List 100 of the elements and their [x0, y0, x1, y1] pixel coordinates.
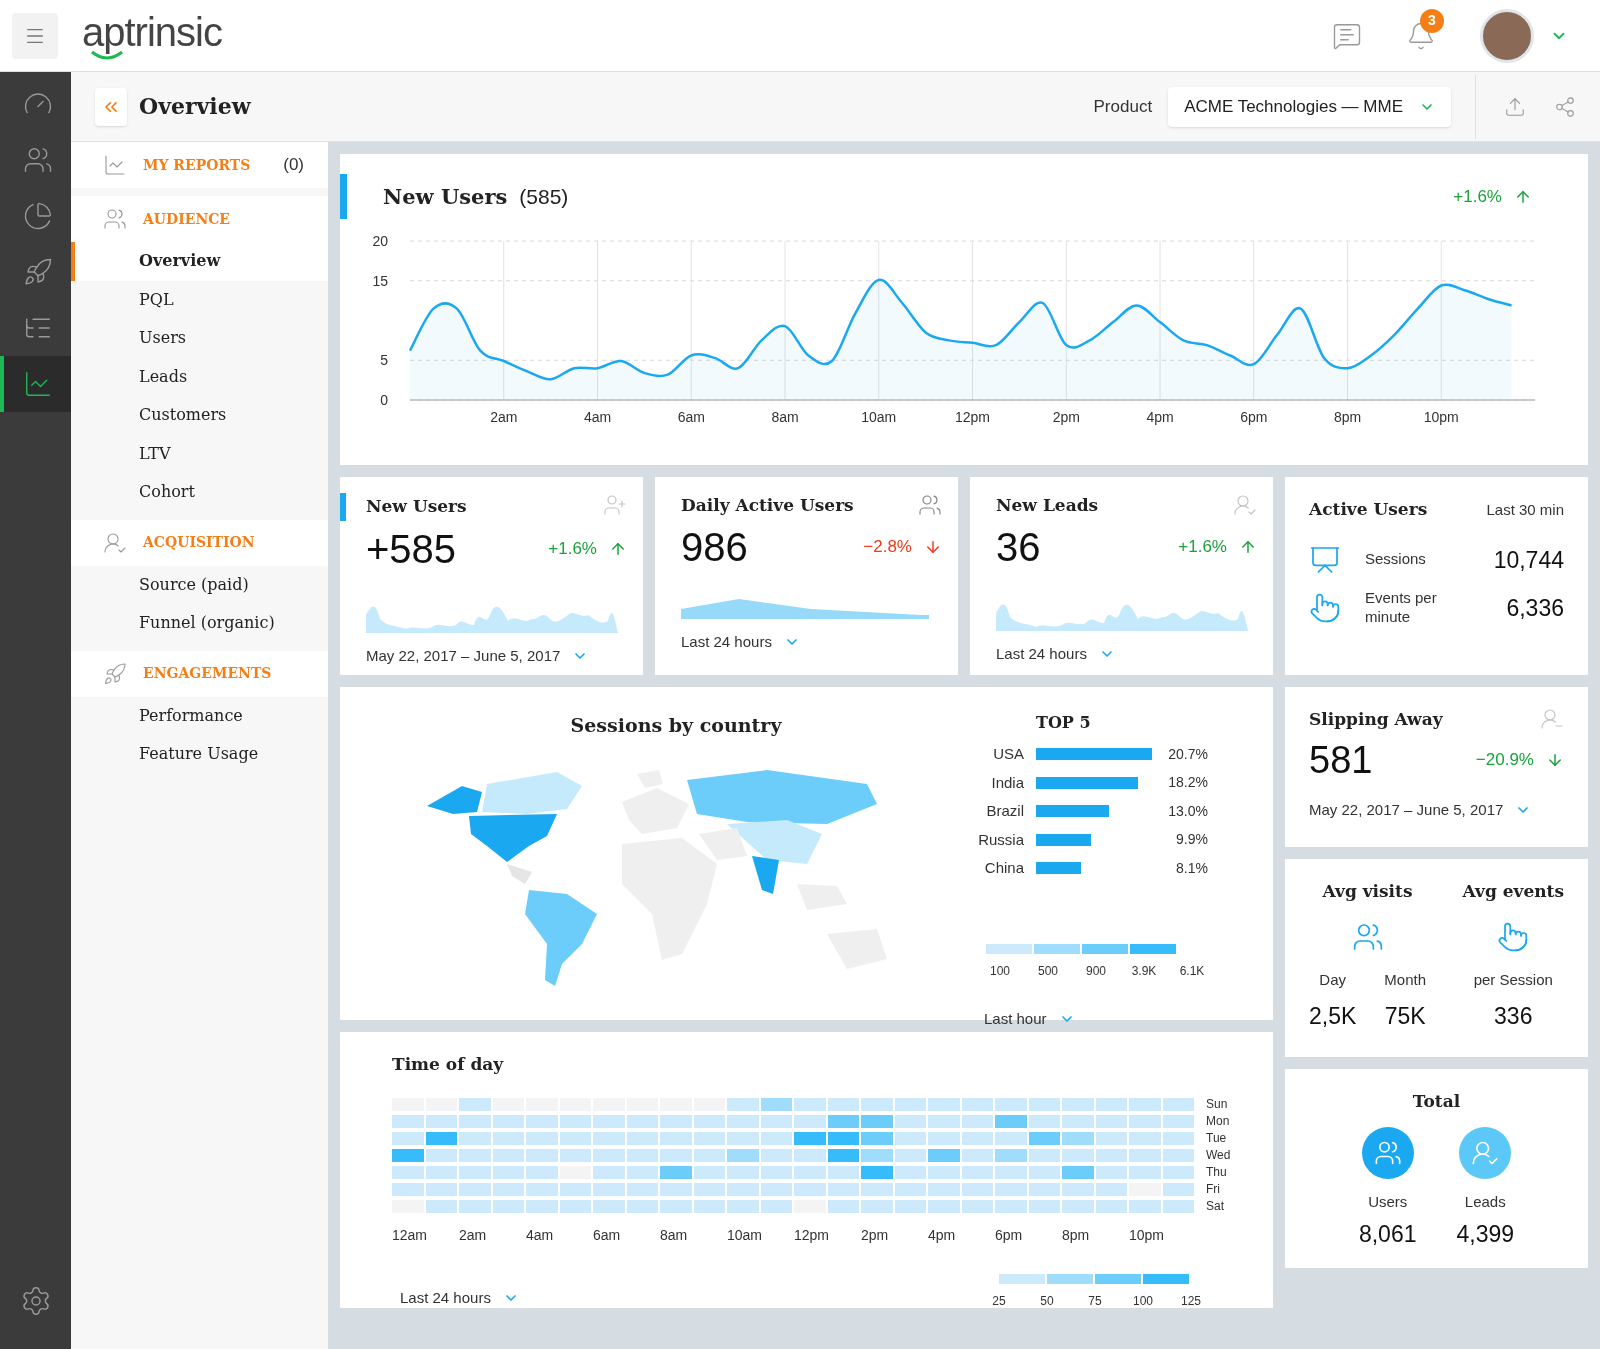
period-label: Last 30 min	[1486, 499, 1564, 520]
nav-item[interactable]: Customers	[71, 396, 328, 435]
nav-item[interactable]: Funnel (organic)	[71, 604, 328, 643]
x-tick-label: 10am	[861, 409, 897, 425]
legend-swatch	[1034, 943, 1080, 954]
stat-value: 581	[1309, 740, 1373, 779]
metric-label: Leads	[1464, 1191, 1506, 1212]
hour-label: 6am	[593, 1225, 622, 1245]
card-title: Slipping Away	[1309, 708, 1443, 731]
card-title: Avg events	[1462, 880, 1564, 903]
card-title: Time of day	[392, 1053, 505, 1076]
range-dropdown[interactable]: Last hour	[984, 1007, 1075, 1030]
nav-item[interactable]: Source (paid)	[71, 565, 328, 604]
metric-value: 336	[1494, 1002, 1533, 1031]
user-check-icon	[1233, 493, 1257, 517]
value-label: 20.7%	[1167, 744, 1208, 764]
y-tick-label: 15	[372, 272, 388, 289]
range-dropdown[interactable]: Last 24 hours	[996, 642, 1115, 665]
rocket-icon	[103, 661, 127, 686]
legend-label: 3.9K	[1130, 962, 1158, 980]
x-tick-label: 4pm	[1146, 409, 1174, 425]
legend-swatch	[1082, 943, 1128, 954]
range-dropdown[interactable]: May 22, 2017 – June 5, 2017	[1309, 798, 1532, 821]
nav-item[interactable]: Users	[71, 319, 328, 358]
legend-label: 100	[989, 962, 1011, 980]
value-label: 18.2%	[1167, 773, 1208, 793]
metric-value: 4,399	[1456, 1220, 1515, 1249]
logo-text: aptrinsic	[82, 11, 222, 52]
legend-swatch	[1143, 1273, 1189, 1284]
nav-item[interactable]: Leads	[71, 357, 328, 396]
legend-label: 900	[1085, 962, 1107, 980]
range-dropdown[interactable]: May 22, 2017 – June 5, 2017	[366, 645, 589, 668]
notification-badge: 3	[1420, 8, 1444, 33]
day-label: Sun	[1206, 1098, 1228, 1110]
metric-value: 6,336	[1506, 593, 1564, 623]
line-chart-icon	[103, 153, 127, 177]
country-label: India	[990, 772, 1024, 793]
metric-value: 2,5K	[1309, 1002, 1357, 1031]
stat-value: 36	[996, 526, 1041, 567]
section-label: AUDIENCE	[143, 209, 231, 229]
section-label: ENGAGEMENTS	[143, 664, 272, 683]
nav-item[interactable]: Cohort	[71, 473, 328, 512]
stat-value: +585	[366, 529, 457, 569]
users-icon	[103, 207, 127, 231]
legend-label: 6.1K	[1178, 962, 1206, 980]
hour-label: 2pm	[861, 1225, 890, 1245]
bar	[1036, 862, 1082, 875]
nav-item[interactable]: LTV	[71, 434, 328, 473]
product-select[interactable]: ACME Technologies — MME	[1168, 86, 1451, 127]
card-title: Total	[1412, 1090, 1461, 1113]
collapse-button[interactable]	[95, 87, 127, 126]
metric-label: Month	[1384, 969, 1427, 990]
hour-label: 10pm	[1129, 1225, 1166, 1245]
hour-label: 6pm	[995, 1225, 1024, 1245]
x-tick-label: 4am	[583, 409, 612, 425]
metric-label: per Session	[1473, 969, 1553, 990]
value-label: 13.0%	[1167, 801, 1208, 821]
pie-chart-icon	[22, 201, 53, 231]
card-title: New Users	[366, 495, 467, 519]
hour-label: 8pm	[1062, 1225, 1091, 1245]
legend-label: 75	[1087, 1292, 1103, 1310]
rail-item[interactable]	[0, 356, 71, 412]
nav-item[interactable]: Feature Usage	[71, 735, 328, 774]
metric-label: Events per minute	[1365, 589, 1438, 627]
x-tick-label: 2pm	[1052, 409, 1080, 425]
menu-button[interactable]	[12, 12, 58, 59]
legend-swatch	[1095, 1273, 1141, 1284]
country-label: China	[983, 858, 1024, 878]
change-percent: +1.6%	[1178, 535, 1227, 558]
range-dropdown[interactable]: Last 24 hours	[400, 1287, 519, 1310]
nav-item[interactable]: Performance	[71, 696, 328, 735]
legend-label: 25	[991, 1292, 1007, 1310]
y-tick-label: 5	[380, 352, 388, 369]
report-count: (0)	[283, 154, 304, 177]
page-title: Overview	[139, 92, 251, 121]
value-label: 8.1%	[1175, 858, 1208, 878]
nav-item[interactable]: PQL	[71, 280, 328, 319]
pointer-icon	[1309, 591, 1341, 624]
user-minus-icon	[1540, 707, 1564, 731]
share-icon[interactable]	[1554, 95, 1576, 118]
x-tick-label: 8pm	[1333, 409, 1362, 425]
country-label: Russia	[977, 829, 1024, 850]
pointer-icon	[1497, 920, 1530, 953]
hour-label: 12am	[392, 1225, 429, 1245]
users-icon	[918, 493, 942, 517]
metric-value: 8,061	[1358, 1220, 1417, 1249]
accent-bar	[340, 174, 347, 219]
metric-label: Day	[1319, 969, 1346, 990]
x-tick-label: 8am	[771, 409, 799, 425]
day-label: Wed	[1206, 1149, 1231, 1161]
avatar[interactable]	[1480, 8, 1534, 63]
nav-item[interactable]: Overview	[71, 242, 328, 281]
stat-value: 986	[681, 526, 748, 567]
range-dropdown[interactable]: Last 24 hours	[681, 630, 800, 653]
nav-section-header[interactable]: MY REPORTS (0)	[71, 142, 328, 188]
day-label: Thu	[1206, 1166, 1227, 1178]
section-label: ACQUISITION	[143, 533, 255, 552]
chart-title: New Users	[383, 182, 508, 211]
card-title: Sessions by country	[570, 713, 782, 738]
upload-icon[interactable]	[1504, 95, 1526, 118]
